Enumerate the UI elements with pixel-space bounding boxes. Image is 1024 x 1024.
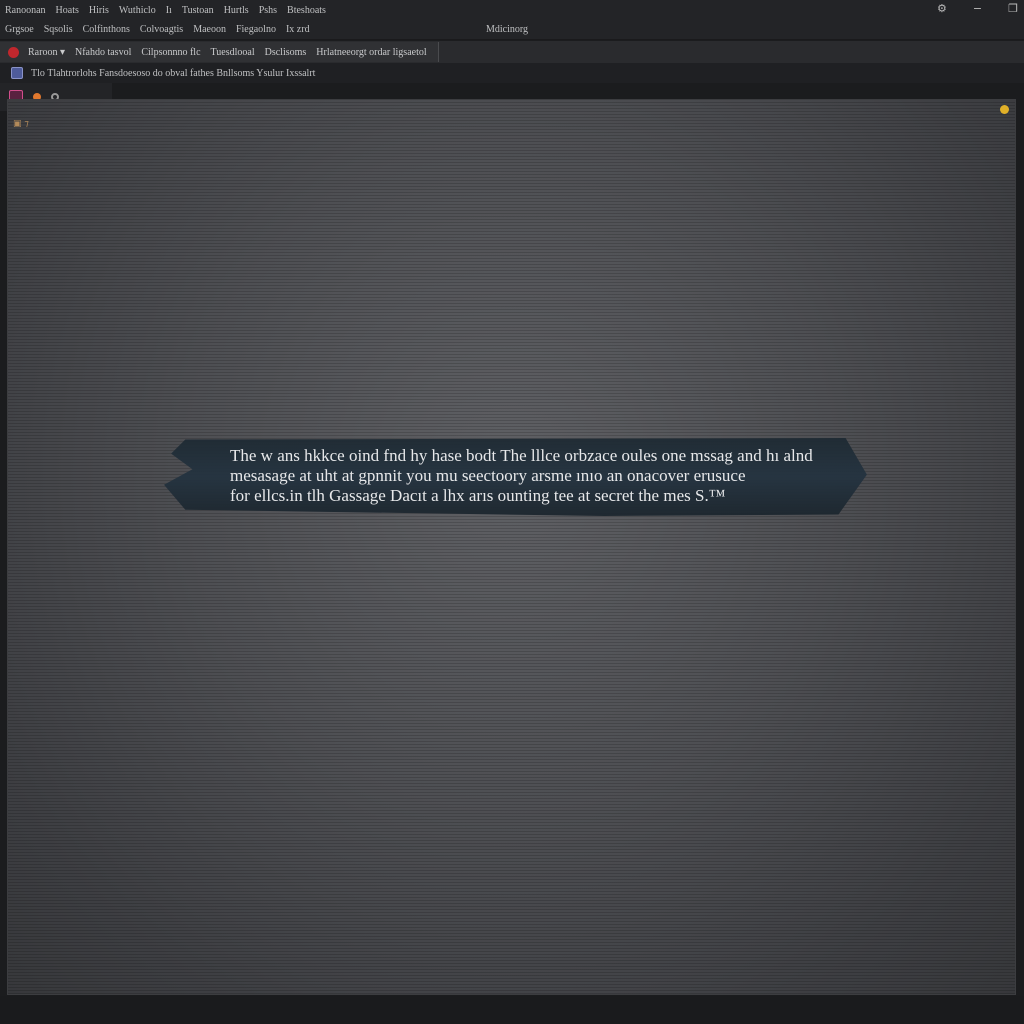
message-text: The w ans hkkce oind fnd hy hase bodt Th… [230,446,870,506]
menu-item-4[interactable]: Wuthiclo [114,5,161,16]
menu-item-3[interactable]: Hiris [84,5,114,16]
menu-item-6[interactable]: Tustoan [177,5,219,16]
submenu-item-1[interactable]: Grgsoe [0,24,39,35]
menu-item-9[interactable]: Bteshoats [282,5,331,16]
status-strip [0,996,1024,1024]
tab-4[interactable]: Tuesdlooal [206,47,260,58]
tab-5[interactable]: Dsclisoms [260,47,312,58]
submenu-right-label[interactable]: Mdicinorg [486,24,528,35]
notification-icon[interactable] [1000,105,1009,114]
menu-item-7[interactable]: Hurtls [219,5,254,16]
address-text[interactable]: Tlo Tlahtrorlohs Fansdoesoso do obval fa… [31,68,315,79]
submenu-item-6[interactable]: Fiegaolno [231,24,281,35]
message-banner: The w ans hkkce oind fnd hy hase bodt Th… [164,438,874,516]
browser-logo-icon [8,46,19,58]
tab-bar: Raroon ▾ Nfahdo tasvol Cilpsonnno flc Tu… [0,41,1024,63]
menu-item-5[interactable]: Iı [161,5,177,16]
submenu-item-3[interactable]: Colfinthons [78,24,135,35]
minimize-icon[interactable]: − [973,2,982,15]
address-bar[interactable]: Tlo Tlahtrorlohs Fansdoesoso do obval fa… [0,63,1024,83]
window-controls: ⚙ − ❐ [937,2,1018,15]
active-tab[interactable]: Raroon ▾ Nfahdo tasvol Cilpsonnno flc Tu… [0,42,439,62]
menu-item-8[interactable]: Pshs [254,5,282,16]
submenu-item-4[interactable]: Colvoagtis [135,24,188,35]
tab-6[interactable]: Hrlatneeorgt ordar ligsaetol [311,47,431,58]
maximize-icon[interactable]: ❐ [1008,2,1018,15]
secondary-menu-bar: Grgsoe Sqsolis Colfinthons Colvoagtis Ma… [0,20,1024,40]
site-favicon-icon [11,67,23,79]
message-line-2: mesasage at uht at gpnnit you mu seectoo… [230,466,746,485]
tab-1[interactable]: Raroon ▾ [23,47,70,58]
submenu-item-2[interactable]: Sqsolis [39,24,78,35]
menu-item-1[interactable]: Ranoonan [0,5,51,16]
folder-icon[interactable]: ▣ ⁊ [13,119,29,129]
submenu-item-7[interactable]: Ix zrd [281,24,315,35]
main-viewport: ▣ ⁊ The w ans hkkce oind fnd hy hase bod… [7,99,1016,995]
message-line-3: for ellcs.in tlh Gassage Dacıt a lhx arı… [230,486,726,505]
menu-item-2[interactable]: Hoats [51,5,84,16]
submenu-item-5[interactable]: Maeoon [188,24,231,35]
message-line-1: The w ans hkkce oind fnd hy hase bodt Th… [230,446,813,465]
tab-3[interactable]: Cilpsonnno flc [136,47,205,58]
tab-2[interactable]: Nfahdo tasvol [70,47,136,58]
menu-bar: Ranoonan Hoats Hiris Wuthiclo Iı Tustoan… [0,0,1024,20]
settings-icon[interactable]: ⚙ [937,2,947,15]
